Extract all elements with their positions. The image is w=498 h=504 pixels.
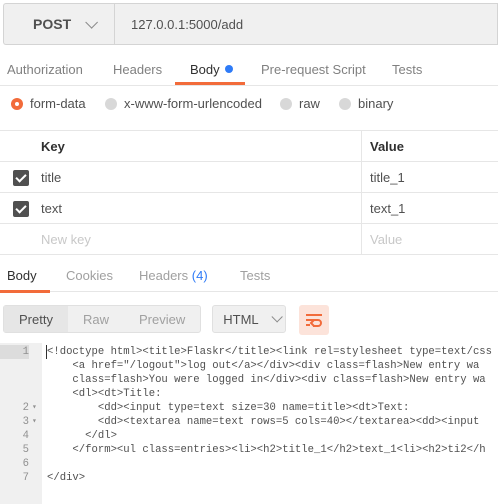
radio-form-data[interactable]: form-data: [11, 96, 86, 111]
code-line: 5 </form><ul class=entries><li><h2>title…: [0, 443, 498, 457]
response-tabs: Body Cookies Headers (4) Tests: [0, 262, 498, 293]
request-tabs: Authorization Headers Body Pre-request S…: [0, 56, 498, 86]
code-text: class=flash>You were logged in</div><div…: [47, 374, 486, 386]
radio-unselected-icon: [339, 97, 351, 110]
format-select[interactable]: HTML: [212, 305, 287, 333]
radio-unselected-icon: [105, 97, 117, 110]
line-number: 4: [22, 430, 29, 442]
line-number: 6: [22, 458, 29, 470]
url-input[interactable]: 127.0.0.1:5000/add: [114, 3, 498, 45]
chevron-down-icon: [85, 15, 99, 29]
line-number: 3: [22, 416, 29, 428]
raw-button[interactable]: Raw: [68, 306, 124, 332]
request-url-bar: POST 127.0.0.1:5000/add: [0, 0, 498, 50]
radio-urlencoded[interactable]: x-www-form-urlencoded: [105, 96, 262, 111]
radio-urlencoded-label: x-www-form-urlencoded: [124, 96, 262, 111]
code-text: </div>: [47, 472, 86, 484]
tab-headers[interactable]: Headers: [113, 62, 162, 77]
code-line: class=flash>You were logged in</div><div…: [0, 373, 498, 387]
body-mode-options: form-data x-www-form-urlencoded raw bina…: [0, 96, 498, 116]
table-row-new: New key Value: [0, 224, 498, 255]
method-label: POST: [33, 16, 72, 32]
tab-body[interactable]: Body: [190, 62, 233, 77]
active-tab-indicator: [175, 82, 245, 85]
code-line: <a href="/logout">log out</a></div><div …: [0, 359, 498, 373]
tab-body-label: Body: [190, 62, 220, 77]
column-divider: [361, 131, 362, 161]
row-key[interactable]: title: [41, 162, 61, 192]
tab-cookies[interactable]: Cookies: [66, 268, 113, 283]
tab-tests[interactable]: Tests: [392, 62, 422, 77]
code-line: 6: [0, 457, 498, 471]
code-line: 7 </div>: [0, 471, 498, 485]
pretty-button[interactable]: Pretty: [4, 306, 68, 332]
tab-response-tests[interactable]: Tests: [240, 268, 270, 283]
method-select[interactable]: POST: [3, 3, 114, 45]
line-number: 7: [22, 472, 29, 484]
radio-raw[interactable]: raw: [280, 96, 320, 111]
code-line: 1 <!doctype html><title>Flaskr</title><li…: [0, 345, 498, 359]
table-row: title title_1: [0, 162, 498, 193]
row-checkbox[interactable]: [13, 170, 29, 186]
code-line: <dl><dt>Title:: [0, 387, 498, 401]
wrap-lines-icon: [306, 314, 323, 327]
row-checkbox[interactable]: [13, 201, 29, 217]
radio-form-data-label: form-data: [30, 96, 86, 111]
response-body-code[interactable]: 1 <!doctype html><title>Flaskr</title><li…: [0, 343, 498, 504]
row-key[interactable]: text: [41, 193, 62, 223]
code-line: 3 ▾ <dd><textarea name=text rows=5 cols=4…: [0, 415, 498, 429]
response-toolbar: Pretty Raw Preview HTML: [3, 305, 330, 335]
active-tab-indicator: [0, 290, 50, 293]
radio-binary[interactable]: binary: [339, 96, 393, 111]
column-divider: [361, 224, 362, 254]
fold-icon[interactable]: ▾: [32, 401, 37, 415]
code-text: <dd><textarea name=text rows=5 cols=40><…: [47, 416, 480, 428]
radio-selected-icon: [11, 97, 23, 110]
column-divider: [361, 193, 362, 223]
view-mode-group: Pretty Raw Preview: [3, 305, 202, 333]
radio-binary-label: binary: [358, 96, 394, 111]
line-number: 2: [22, 402, 29, 414]
tab-authorization[interactable]: Authorization: [7, 62, 83, 77]
code-text: <a href="/logout">log out</a></div><div …: [47, 360, 480, 372]
column-header-value: Value: [370, 138, 404, 154]
chevron-down-icon: [271, 311, 283, 323]
code-line: 4 </dl>: [0, 429, 498, 443]
new-value-input[interactable]: Value: [370, 224, 402, 254]
code-line: 2 ▾ <dd><input type=text size=30 name=tit…: [0, 401, 498, 415]
preview-button[interactable]: Preview: [124, 306, 200, 332]
code-text: <!doctype html><title>Flaskr</title><lin…: [47, 346, 493, 358]
wrap-lines-button[interactable]: [299, 305, 330, 335]
table-row: text text_1: [0, 193, 498, 224]
modified-dot-icon: [224, 65, 233, 73]
row-value[interactable]: title_1: [370, 162, 405, 192]
headers-count: (4): [191, 268, 208, 283]
url-value: 127.0.0.1:5000/add: [131, 16, 244, 32]
tab-response-headers[interactable]: Headers (4): [139, 268, 208, 283]
line-number: 1: [0, 345, 29, 359]
code-text: <dd><input type=text size=30 name=title>…: [47, 402, 410, 414]
line-number: 5: [22, 444, 29, 456]
tab-response-body[interactable]: Body: [7, 268, 37, 283]
row-value[interactable]: text_1: [370, 193, 405, 223]
params-table: Key Value title title_1 text text_1 New …: [0, 130, 498, 255]
table-header-row: Key Value: [0, 130, 498, 162]
code-text: </form><ul class=entries><li><h2>title_1…: [47, 444, 486, 456]
fold-icon[interactable]: ▾: [32, 415, 37, 429]
tab-response-headers-label: Headers: [139, 268, 189, 283]
code-text: </dl>: [47, 430, 117, 442]
code-text: <dl><dt>Title:: [47, 388, 162, 400]
new-key-input[interactable]: New key: [41, 224, 91, 254]
format-label: HTML: [223, 311, 259, 327]
column-divider: [361, 162, 362, 192]
tab-pre-request-script[interactable]: Pre-request Script: [261, 62, 366, 77]
radio-raw-label: raw: [299, 96, 320, 111]
radio-unselected-icon: [280, 97, 292, 110]
column-header-key: Key: [41, 138, 65, 154]
